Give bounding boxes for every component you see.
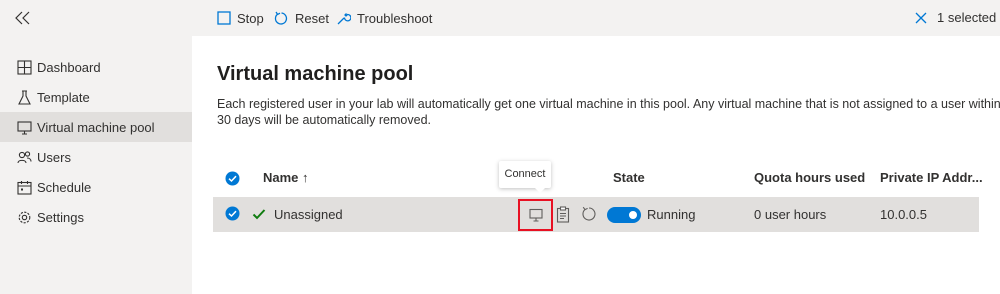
sidebar-item-label: Settings bbox=[37, 209, 84, 225]
column-header-quota[interactable]: Quota hours used bbox=[754, 170, 865, 188]
sidebar-item-label: Schedule bbox=[37, 179, 92, 195]
users-icon bbox=[16, 149, 32, 165]
close-icon bbox=[915, 12, 927, 24]
sidebar-item-virtual-machine-pool[interactable]: Virtual machine pool bbox=[0, 112, 192, 142]
monitor-icon bbox=[16, 119, 32, 135]
tooltip-beak bbox=[534, 187, 546, 193]
column-header-name[interactable]: Name ↑ bbox=[263, 170, 309, 188]
checkmark-circle-icon bbox=[225, 171, 240, 186]
stop-icon bbox=[217, 11, 231, 25]
collapse-nav-button[interactable] bbox=[10, 6, 36, 30]
toggle-knob bbox=[629, 211, 637, 219]
page-description: Each registered user in your lab will au… bbox=[217, 97, 1000, 127]
row-checkbox[interactable] bbox=[225, 206, 240, 226]
troubleshoot-button[interactable]: Troubleshoot bbox=[336, 0, 432, 36]
vm-private-ip: 10.0.0.5 bbox=[880, 207, 927, 222]
dashboard-icon bbox=[16, 59, 32, 75]
lab-services-app: Stop Reset Troubleshoot 1 selected Dashb… bbox=[0, 0, 1000, 294]
clear-selection-button[interactable] bbox=[913, 10, 929, 26]
vm-quota-hours: 0 user hours bbox=[754, 207, 827, 222]
sidebar: Dashboard Template Virtual machine pool … bbox=[0, 36, 192, 294]
sidebar-item-label: Virtual machine pool bbox=[37, 119, 155, 135]
clipboard-icon bbox=[556, 205, 570, 223]
reset-label: Reset bbox=[295, 10, 329, 26]
column-header-ip[interactable]: Private IP Addr... bbox=[880, 170, 983, 188]
reset-icon bbox=[582, 206, 596, 221]
reset-button[interactable]: Reset bbox=[274, 0, 329, 36]
select-all-checkbox[interactable] bbox=[225, 171, 240, 191]
flask-icon bbox=[16, 89, 32, 105]
double-chevron-left-icon bbox=[15, 11, 30, 25]
reset-icon bbox=[274, 11, 288, 25]
page-title: Virtual machine pool bbox=[217, 63, 414, 85]
command-bar: Stop Reset Troubleshoot 1 selected bbox=[0, 0, 1000, 36]
status-check-icon bbox=[252, 207, 266, 226]
sidebar-item-label: Template bbox=[37, 89, 90, 105]
gear-icon bbox=[16, 209, 32, 225]
vm-state: Running bbox=[647, 207, 696, 222]
stop-button[interactable]: Stop bbox=[217, 0, 264, 36]
sidebar-item-label: Users bbox=[37, 149, 71, 165]
selection-count: 1 selected bbox=[937, 10, 997, 25]
stop-label: Stop bbox=[237, 10, 264, 26]
column-header-state[interactable]: State bbox=[613, 170, 645, 188]
sidebar-item-settings[interactable]: Settings bbox=[0, 202, 192, 232]
vm-name: Unassigned bbox=[274, 207, 343, 222]
clipboard-button[interactable] bbox=[555, 205, 571, 223]
connect-button[interactable] bbox=[518, 199, 553, 231]
monitor-icon bbox=[528, 208, 543, 222]
sidebar-item-template[interactable]: Template bbox=[0, 82, 192, 112]
troubleshoot-label: Troubleshoot bbox=[357, 10, 433, 26]
reset-vm-button[interactable] bbox=[581, 205, 597, 223]
sidebar-item-schedule[interactable]: Schedule bbox=[0, 172, 192, 202]
vm-state-toggle[interactable] bbox=[607, 207, 641, 223]
sidebar-item-users[interactable]: Users bbox=[0, 142, 192, 172]
wrench-icon bbox=[337, 12, 351, 24]
sidebar-item-dashboard[interactable]: Dashboard bbox=[0, 52, 192, 82]
checkmark-circle-icon bbox=[225, 206, 240, 221]
calendar-icon bbox=[16, 179, 32, 195]
connect-tooltip: Connect bbox=[499, 161, 551, 188]
sidebar-item-label: Dashboard bbox=[37, 59, 101, 75]
